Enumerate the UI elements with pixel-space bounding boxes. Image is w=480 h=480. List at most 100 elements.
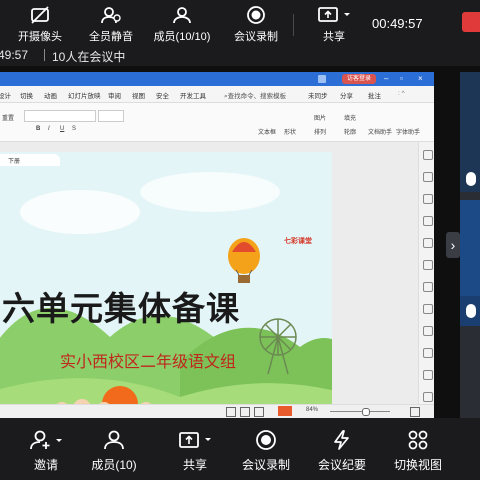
rail-tool-icon[interactable] [423,150,433,160]
camera-button[interactable]: 开摄像头 [14,6,66,44]
more-icon[interactable]: : ^ [398,90,405,97]
meeting-duration: 49:57 [0,48,29,62]
doc-helper-button[interactable]: 文档助手 [368,127,392,136]
rail-tool-icon[interactable] [423,282,433,292]
close-icon[interactable]: × [418,75,426,83]
ribbon-reset[interactable]: 重置 [2,113,14,122]
rail-tool-icon[interactable] [423,260,433,270]
record-label: 会议录制 [241,458,290,472]
members-button[interactable]: 成员(10) [88,430,140,473]
microphone-icon [466,172,476,186]
search-commands[interactable]: ⌕查找命令、搜索模板 [224,90,286,101]
rail-tool-icon[interactable] [423,370,433,380]
menu-animation[interactable]: 动画 [44,90,57,100]
rail-tool-icon[interactable] [423,194,433,204]
italic-button[interactable]: I [48,126,50,132]
share-screen-icon [179,432,211,448]
view-sorter-icon[interactable] [240,407,250,417]
expand-panel-chevron-icon[interactable]: › [446,232,460,258]
minimize-icon[interactable]: – [384,75,392,83]
rail-tool-icon[interactable] [423,172,433,182]
menu-design[interactable]: 设计 [0,90,11,100]
font-helper-button[interactable]: 字体助手 [396,127,420,136]
share-button-top[interactable]: 共享 [310,6,358,44]
rail-tool-icon[interactable] [423,238,433,248]
arrange-button[interactable]: 排列 [314,127,326,136]
mute-all-icon [101,7,121,24]
font-size-box[interactable] [98,110,124,122]
rail-tool-icon[interactable] [423,326,433,336]
camera-off-icon [31,6,49,24]
shape-button[interactable]: 形状 [284,127,296,136]
minutes-label: 会议纪要 [317,458,366,472]
zoom-slider[interactable] [330,411,390,412]
font-name-box[interactable] [24,110,96,122]
invite-button[interactable]: 邀请 [22,430,70,473]
meeting-clock: 00:49:57 [372,16,423,31]
participant-tile[interactable] [460,296,480,326]
meeting-info-bar: 49:57 10人在会议中 [0,44,480,66]
invite-icon [30,430,62,450]
shared-presentation-window: 访客登录 – ▫ × 设计 切换 动画 幻灯片放映 审阅 视图 安全 开发工具 … [0,72,434,418]
share-button[interactable]: 共享 [170,430,220,473]
info-divider [44,49,45,61]
toolbar-divider [293,14,294,36]
invite-label: 邀请 [33,458,58,472]
underline-button[interactable]: U [60,126,64,132]
maximize-icon[interactable]: ▫ [400,75,408,83]
slide-subtitle: 实小西校区二年级语文组 [60,352,237,371]
wps-right-rail [418,142,434,418]
switch-view-button[interactable]: 切换视图 [390,430,446,473]
share-screen-icon [318,7,350,22]
view-normal-icon[interactable] [226,407,236,417]
visitor-login-button[interactable]: 访客登录 [342,74,376,84]
rail-tool-icon[interactable] [423,392,433,402]
record-button-top[interactable]: 会议录制 [230,6,282,44]
members-icon [173,7,191,24]
participant-tile-active[interactable] [460,200,480,308]
minutes-icon [334,430,349,450]
wps-ribbon: 重置 B I U S 文本框 形状 排列 图片 填充 轮廓 文档助手 字体助手 [0,103,434,142]
zoom-slider-thumb[interactable] [362,408,370,416]
wps-menu-bar: 设计 切换 动画 幻灯片放映 审阅 视图 安全 开发工具 ⌕查找命令、搜索模板 … [0,86,434,103]
menu-slideshow[interactable]: 幻灯片放映 [68,90,101,100]
rail-tool-icon[interactable] [423,216,433,226]
menu-dev-tools[interactable]: 开发工具 [180,90,206,100]
participant-tile[interactable] [460,72,480,192]
menu-review[interactable]: 审阅 [108,90,121,100]
record-button[interactable]: 会议录制 [240,430,292,473]
menu-transition[interactable]: 切换 [20,90,33,100]
slide-tab[interactable]: 下册 [0,154,60,166]
outline-button[interactable]: 轮廓 [344,127,356,136]
recording-indicator[interactable] [462,12,480,32]
mute-all-button[interactable]: 全员静音 [84,6,138,44]
bold-button[interactable]: B [36,126,40,132]
share-menu[interactable]: 分享 [340,90,353,100]
strike-button[interactable]: S [72,126,76,132]
menu-security[interactable]: 安全 [156,90,169,100]
menu-view[interactable]: 视图 [132,90,145,100]
slide-canvas[interactable]: 七彩课堂 六单元集体备课 实小西校区二年级语文组 [0,152,332,418]
play-slideshow-icon[interactable] [278,406,292,416]
comment-menu[interactable]: 批注 [368,90,381,100]
sync-status[interactable]: 未同步 [308,90,328,100]
members-button-top[interactable]: 成员(10/10) [150,6,214,44]
microphone-icon [466,304,476,318]
view-reading-icon[interactable] [254,407,264,417]
members-icon [104,430,124,450]
rail-tool-icon[interactable] [423,348,433,358]
fit-window-icon[interactable] [410,407,420,417]
brand-logo: 七彩课堂 [284,238,312,245]
zoom-level: 84% [306,407,319,413]
rail-tool-icon[interactable] [423,304,433,314]
mute-all-label: 全员静音 [89,31,133,43]
tab-icon [318,75,326,83]
fill-button[interactable]: 填充 [344,113,356,122]
textbox-button[interactable]: 文本框 [258,127,276,136]
members-label-top: 成员(10/10) [153,31,211,43]
members-label: 成员(10) [91,458,137,472]
record-icon [256,430,276,450]
picture-button[interactable]: 图片 [314,113,326,122]
share-label: 共享 [182,458,207,472]
minutes-button[interactable]: 会议纪要 [314,430,370,473]
